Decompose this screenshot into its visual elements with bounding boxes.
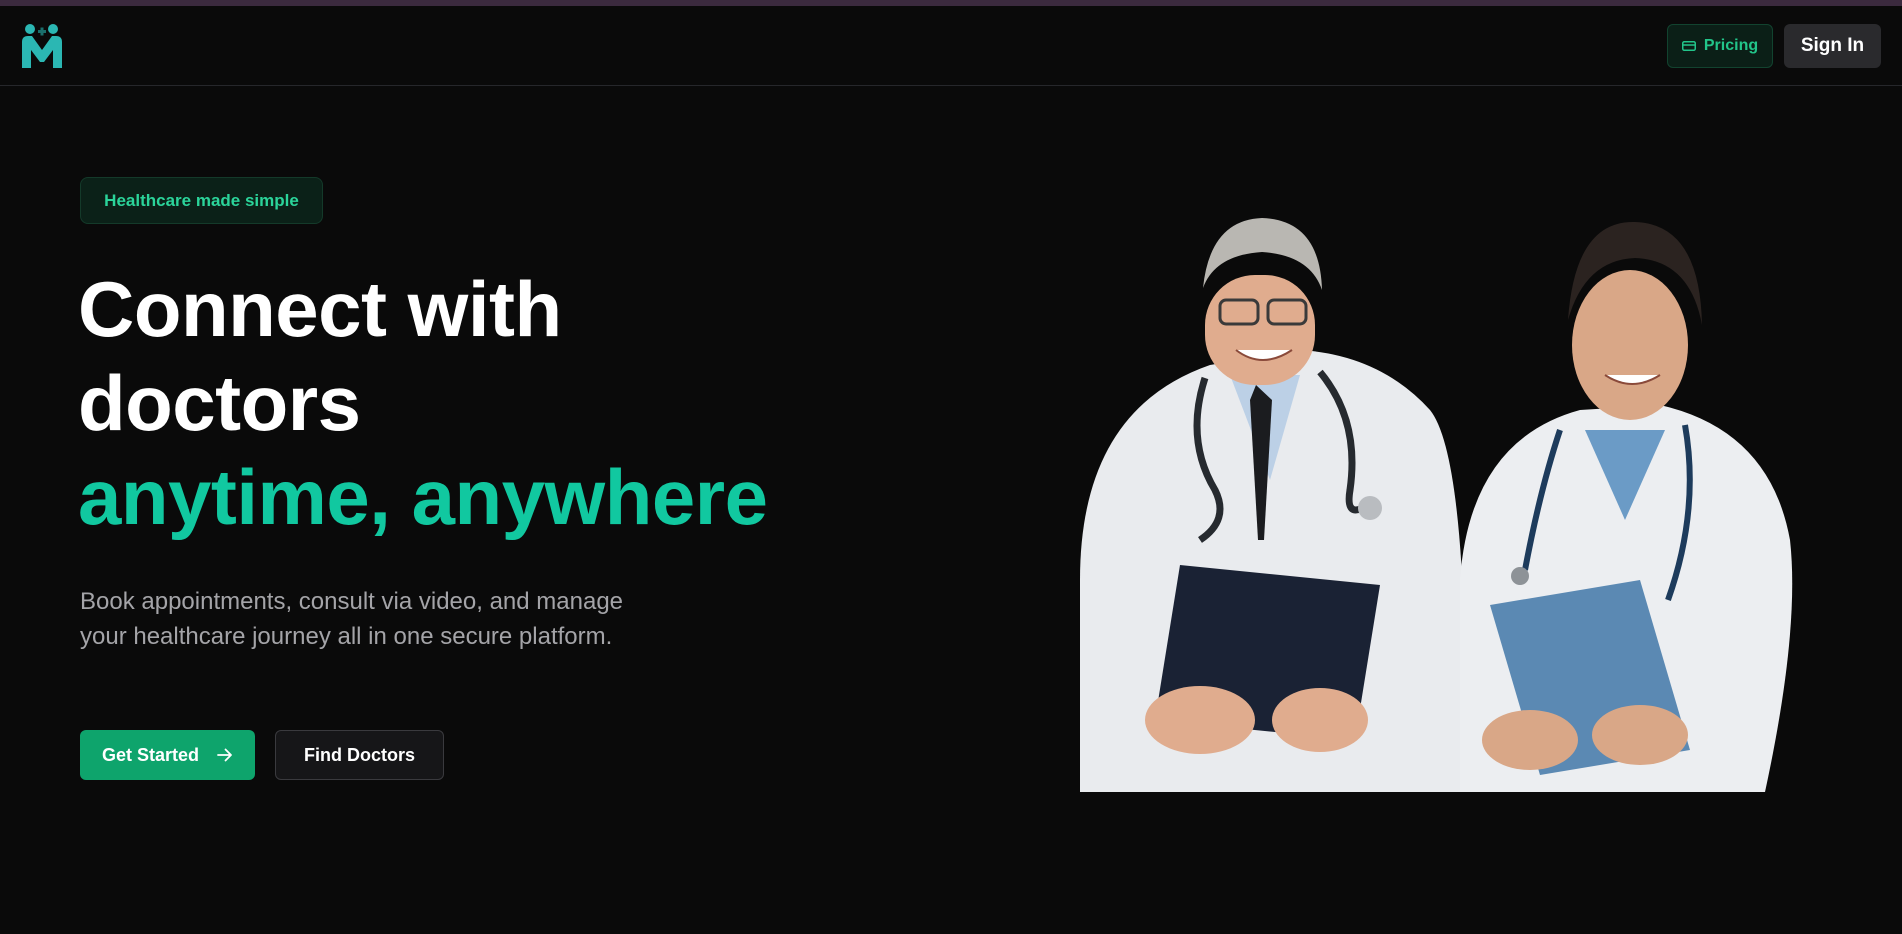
get-started-label: Get Started: [101, 744, 200, 765]
get-started-button[interactable]: Get Started: [80, 730, 255, 780]
hero-description: Book appointments, consult via video, an…: [80, 588, 624, 650]
headline-accent: anytime, anywhere: [78, 453, 768, 541]
logo[interactable]: [20, 20, 68, 72]
doctors-hero-image: [1080, 218, 1793, 792]
pricing-label: Pricing: [1703, 37, 1759, 54]
female-doctor-illustration: [1460, 221, 1793, 792]
headline-line-1: Connect with: [78, 265, 562, 353]
hero-headline: Connect with doctors anytime, anywhere: [78, 262, 838, 544]
medical-people-logo-icon: [22, 24, 62, 68]
sign-in-button[interactable]: Sign In: [1784, 24, 1881, 68]
hero-badge: Healthcare made simple: [80, 177, 323, 224]
find-doctors-button[interactable]: Find Doctors: [275, 730, 444, 780]
male-doctor-illustration: [1080, 218, 1466, 792]
headline-line-2: doctors: [78, 359, 361, 447]
credit-card-icon: [1681, 41, 1696, 51]
pricing-button[interactable]: Pricing: [1667, 24, 1773, 68]
arrow-right-icon: [217, 748, 232, 762]
site-header: Pricing Sign In: [0, 6, 1902, 86]
